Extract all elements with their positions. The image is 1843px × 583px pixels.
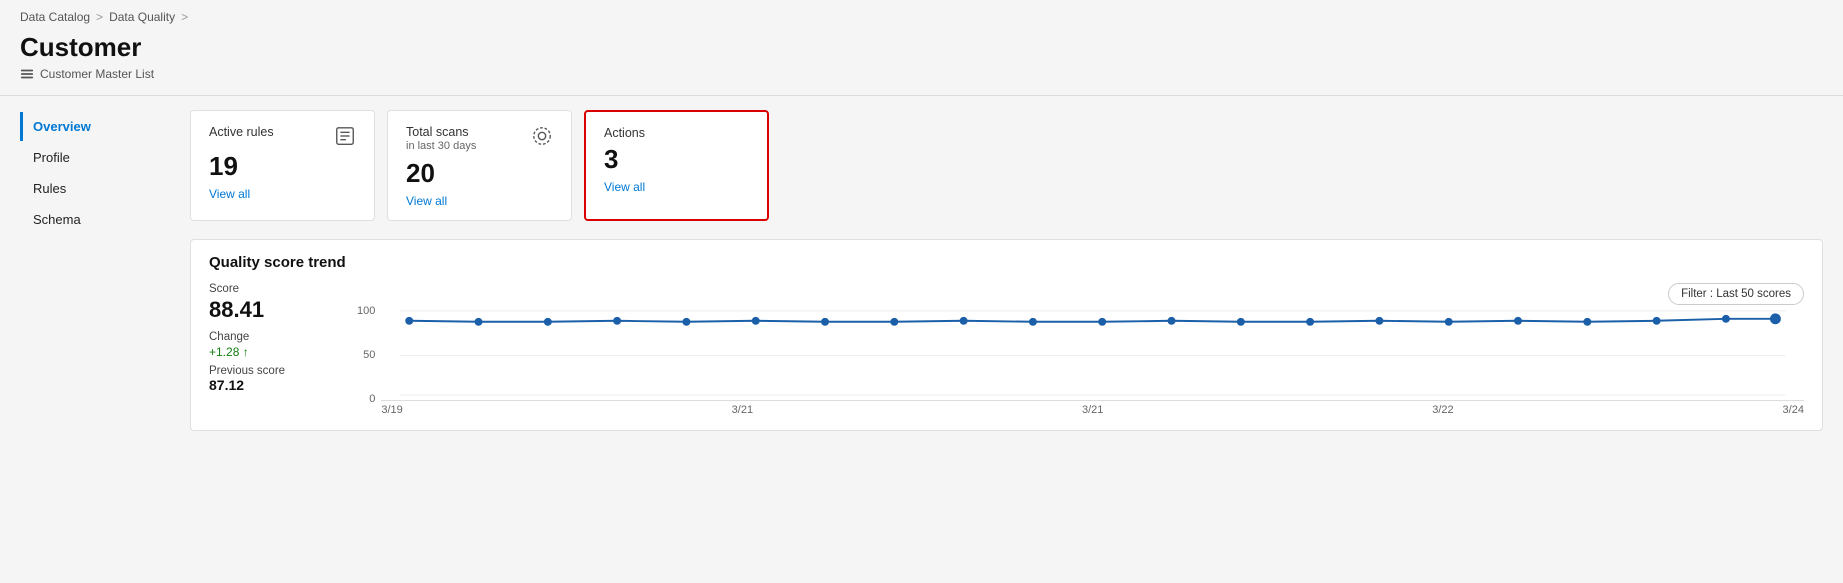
data-point xyxy=(1376,317,1384,325)
page-header: Customer Customer Master List xyxy=(0,28,1843,89)
y-label-0: 0 xyxy=(357,393,375,405)
rules-icon xyxy=(334,125,356,147)
y-label-50: 50 xyxy=(357,349,375,361)
data-point xyxy=(1237,318,1245,326)
card-active-rules: Active rules 19 View all xyxy=(190,110,375,221)
page-title: Customer xyxy=(20,32,1823,63)
list-icon xyxy=(20,67,34,81)
data-point xyxy=(1099,318,1107,326)
x-label-324: 3/24 xyxy=(1783,404,1804,416)
breadcrumb-sep-2: > xyxy=(181,10,188,24)
x-label-322: 3/22 xyxy=(1432,404,1453,416)
page-subtitle-text: Customer Master List xyxy=(40,67,154,81)
chart-left: Score 88.41 Change +1.28 ↑ Previous scor… xyxy=(209,283,1804,416)
data-point xyxy=(1445,318,1453,326)
breadcrumb: Data Catalog > Data Quality > xyxy=(0,0,1843,28)
breadcrumb-sep-1: > xyxy=(96,10,103,24)
x-label-319: 3/19 xyxy=(381,404,402,416)
card-total-scans: Total scans in last 30 days 20 View all xyxy=(387,110,572,221)
card-actions-viewall[interactable]: View all xyxy=(604,180,645,194)
prev-score-label: Previous score xyxy=(209,365,339,377)
sidebar-item-profile[interactable]: Profile xyxy=(20,143,180,172)
change-label: Change xyxy=(209,331,339,343)
card-active-rules-value: 19 xyxy=(209,151,356,182)
data-point-last xyxy=(1771,314,1781,324)
card-total-scans-label: Total scans xyxy=(406,125,476,139)
data-point xyxy=(1722,315,1730,323)
data-point xyxy=(752,317,760,325)
cards-row: Active rules 19 View all xyxy=(190,110,1823,221)
card-active-rules-viewall[interactable]: View all xyxy=(209,187,250,201)
page-subtitle: Customer Master List xyxy=(20,67,1823,81)
x-label-321b: 3/21 xyxy=(1082,404,1103,416)
quality-trend-title: Quality score trend xyxy=(209,254,1804,271)
sidebar: Overview Profile Rules Schema xyxy=(0,96,180,445)
data-point xyxy=(544,318,552,326)
breadcrumb-item-catalog[interactable]: Data Catalog xyxy=(20,10,90,24)
card-actions-label: Actions xyxy=(604,126,645,140)
change-value: +1.28 ↑ xyxy=(209,345,339,359)
data-point xyxy=(683,318,691,326)
card-actions-value: 3 xyxy=(604,144,749,175)
card-active-rules-label: Active rules xyxy=(209,125,274,139)
sidebar-item-overview[interactable]: Overview xyxy=(20,112,180,141)
score-value: 88.41 xyxy=(209,297,339,323)
sidebar-item-schema[interactable]: Schema xyxy=(20,205,180,234)
y-label-100: 100 xyxy=(357,305,375,317)
data-point xyxy=(1307,318,1315,326)
x-label-321a: 3/21 xyxy=(732,404,753,416)
card-total-scans-sublabel: in last 30 days xyxy=(406,140,476,152)
data-point xyxy=(891,318,899,326)
line-chart-svg xyxy=(381,301,1804,401)
data-point xyxy=(1514,317,1522,325)
card-total-scans-value: 20 xyxy=(406,158,553,189)
chart-area: Filter : Last 50 scores 100 50 0 xyxy=(357,283,1804,416)
content-area: Overview Profile Rules Schema Active rul… xyxy=(0,96,1843,445)
prev-score-value: 87.12 xyxy=(209,377,339,393)
card-actions: Actions 3 View all xyxy=(584,110,769,221)
data-point xyxy=(821,318,829,326)
data-point xyxy=(1029,318,1037,326)
scan-icon xyxy=(531,125,553,147)
sidebar-item-rules[interactable]: Rules xyxy=(20,174,180,203)
data-point xyxy=(1168,317,1176,325)
data-point xyxy=(614,317,622,325)
quality-section: Quality score trend Score 88.41 Change +… xyxy=(190,239,1823,431)
data-point xyxy=(406,317,414,325)
chart-stats: Score 88.41 Change +1.28 ↑ Previous scor… xyxy=(209,283,339,416)
data-point xyxy=(1584,318,1592,326)
card-total-scans-viewall[interactable]: View all xyxy=(406,194,447,208)
main-content: Active rules 19 View all xyxy=(180,96,1843,445)
breadcrumb-item-quality[interactable]: Data Quality xyxy=(109,10,175,24)
data-point xyxy=(1653,317,1661,325)
data-point xyxy=(960,317,968,325)
data-point xyxy=(475,318,483,326)
score-label: Score xyxy=(209,283,339,295)
